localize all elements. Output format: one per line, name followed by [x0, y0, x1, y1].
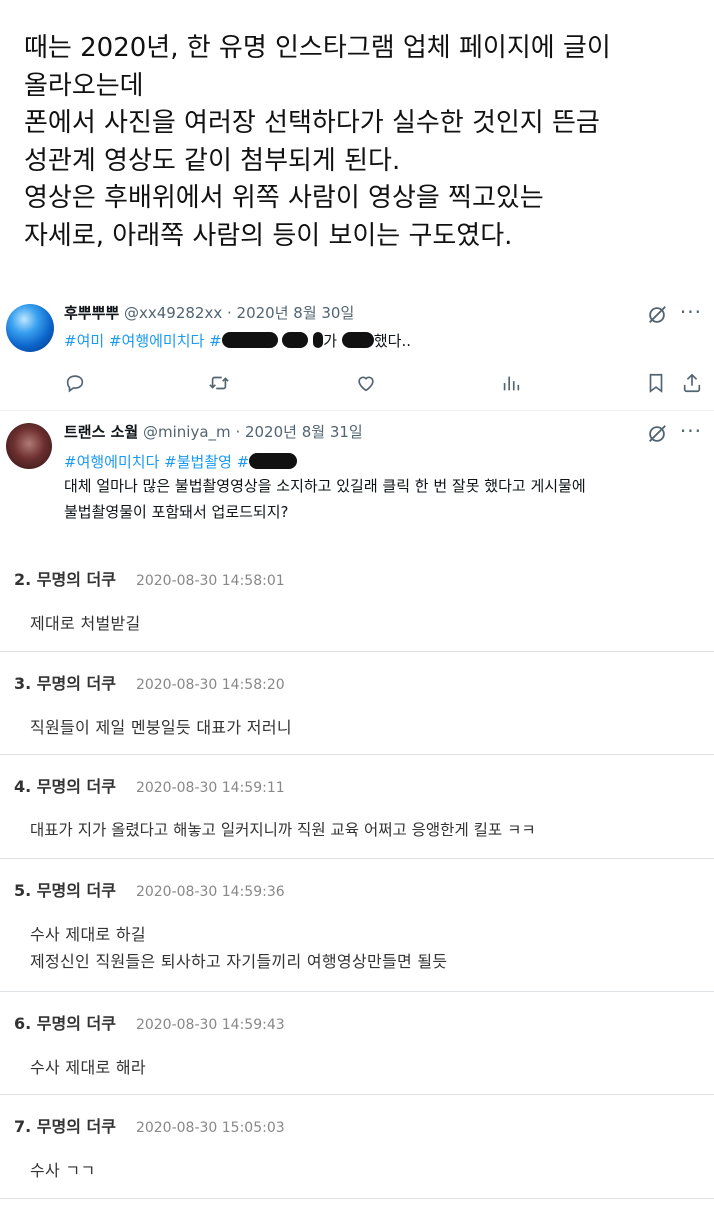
- intro-line: 영상은 후배위에서 위쪽 사람이 영상을 찍고있는: [24, 183, 544, 213]
- redaction-mark: [221, 332, 278, 348]
- tweet-text: #여미 #여행에미치다 # 가 했다..: [64, 330, 411, 352]
- grok-icon[interactable]: [646, 423, 668, 445]
- handle[interactable]: @miniya_m: [143, 423, 231, 441]
- comment-date: 2020-08-30 14:59:11: [135, 780, 285, 796]
- comment-date: 2020-08-30 14:59:43: [135, 1017, 285, 1033]
- tweet-header: 트랜스 소월 @miniya_m · 2020년 8월 31일: [64, 421, 363, 442]
- intro-line: 성관계 영상도 같이 첨부되게 된다.: [24, 145, 401, 176]
- tweet-hashtags: #여행에미치다 #불법촬영 #: [64, 451, 298, 473]
- comment-author: 2. 무명의 더쿠: [14, 570, 116, 589]
- comment-text: 제정신인 직원들은 퇴사하고 자기들끼리 여행영상만들면 될듯: [30, 952, 448, 971]
- tweet-text-line: 불법촬영물이 포함돼서 업로드되지?: [64, 503, 289, 521]
- comment-item: 2. 무명의 더쿠 2020-08-30 14:58:01 제대로 처벌받길: [0, 548, 714, 652]
- retweet-icon[interactable]: [208, 372, 230, 394]
- comment-text: 대표가 지가 올렸다고 해놓고 일커지니까 직원 교육 어쩌고 응앵한게 킬포 …: [30, 821, 536, 839]
- tweet-actions: [64, 372, 714, 396]
- comment-author: 4. 무명의 더쿠: [14, 777, 116, 796]
- more-options-icon[interactable]: ···: [680, 419, 702, 443]
- comment-item: 6. 무명의 더쿠 2020-08-30 14:59:43 수사 제대로 해라: [0, 992, 714, 1095]
- comment-item: 5. 무명의 더쿠 2020-08-30 14:59:36 수사 제대로 하길 제…: [0, 859, 714, 992]
- comment-date: 2020-08-30 15:05:03: [135, 1120, 285, 1136]
- hashtag[interactable]: #여행에미치다: [109, 332, 204, 350]
- comment-date: 2020-08-30 14:59:36: [135, 884, 285, 900]
- intro-line: 폰에서 사진을 여러장 선택하다가 실수한 것인지 뜬금: [24, 108, 600, 138]
- redaction-mark: [341, 332, 374, 348]
- like-icon[interactable]: [355, 372, 377, 394]
- comment-date: 2020-08-30 14:58:01: [135, 573, 285, 589]
- comment-item: 3. 무명의 더쿠 2020-08-30 14:58:20 직원들이 제일 멘붕일…: [0, 652, 714, 755]
- comment-author: 3. 무명의 더쿠: [14, 674, 116, 693]
- comment-text: 제대로 처벌받길: [30, 614, 141, 633]
- display-name[interactable]: 후뿌뿌뿌: [64, 304, 119, 322]
- grok-icon[interactable]: [646, 304, 668, 326]
- comment-text: 수사 제대로 하길: [30, 925, 146, 944]
- hashtag[interactable]: #: [237, 453, 250, 471]
- comment-item: 7. 무명의 더쿠 2020-08-30 15:05:03 수사 ㄱㄱ: [0, 1095, 714, 1199]
- reply-icon[interactable]: [64, 372, 86, 394]
- intro-line: 자세로, 아래쪽 사람의 등이 보이는 구도였다.: [24, 220, 513, 251]
- comment-text: 수사 ㄱㄱ: [30, 1161, 96, 1180]
- more-options-icon[interactable]: ···: [680, 300, 702, 324]
- tweet-card[interactable]: 후뿌뿌뿌 @xx49282xx · 2020년 8월 30일 ··· #여미 #…: [0, 292, 714, 410]
- tweet-text-fragment: 가: [323, 332, 338, 350]
- comment-text: 수사 제대로 해라: [30, 1058, 146, 1077]
- intro-line: 때는 2020년, 한 유명 인스타그램 업체 페이지에 글이: [24, 33, 611, 63]
- tweet-header: 후뿌뿌뿌 @xx49282xx · 2020년 8월 30일: [64, 302, 354, 323]
- handle[interactable]: @xx49282xx: [124, 304, 222, 322]
- comment-text: 직원들이 제일 멘붕일듯 대표가 저러니: [30, 718, 292, 737]
- comment-item: 4. 무명의 더쿠 2020-08-30 14:59:11 대표가 지가 올렸다고…: [0, 755, 714, 859]
- tweet-date[interactable]: · 2020년 8월 31일: [235, 423, 362, 441]
- intro-caption: 때는 2020년, 한 유명 인스타그램 업체 페이지에 글이 올라오는데 폰에…: [24, 30, 704, 255]
- hashtag[interactable]: #불법촬영: [164, 453, 232, 471]
- hashtag[interactable]: #: [209, 332, 222, 350]
- redaction-mark: [282, 332, 309, 348]
- views-icon[interactable]: [500, 372, 522, 394]
- comment-author: 7. 무명의 더쿠: [14, 1117, 116, 1136]
- redaction-mark: [249, 453, 298, 469]
- tweet-text-line: 대체 얼마나 많은 불법촬영영상을 소지하고 있길래 클릭 한 번 잘못 했다고…: [64, 477, 586, 495]
- comment-date: 2020-08-30 14:58:20: [135, 677, 285, 693]
- avatar[interactable]: [6, 304, 54, 352]
- avatar[interactable]: [6, 423, 52, 469]
- hashtag[interactable]: #여미: [64, 332, 104, 350]
- tweet-text-fragment: 했다..: [373, 332, 411, 350]
- hashtag[interactable]: #여행에미치다: [64, 453, 159, 471]
- intro-line: 올라오는데: [24, 70, 144, 101]
- redaction-mark: [313, 332, 324, 348]
- share-icon[interactable]: [681, 372, 703, 394]
- display-name[interactable]: 트랜스 소월: [64, 423, 138, 441]
- comment-author: 6. 무명의 더쿠: [14, 1014, 116, 1033]
- tweet-card[interactable]: 트랜스 소월 @miniya_m · 2020년 8월 31일 ··· #여행에…: [0, 410, 714, 548]
- comment-author: 5. 무명의 더쿠: [14, 881, 116, 900]
- tweet-date[interactable]: · 2020년 8월 30일: [227, 304, 354, 322]
- bookmark-icon[interactable]: [645, 372, 667, 394]
